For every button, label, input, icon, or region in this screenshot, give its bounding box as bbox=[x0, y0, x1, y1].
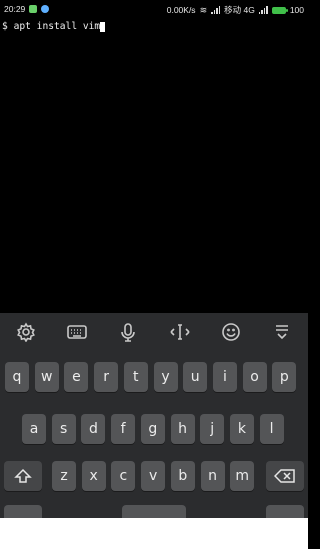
status-bar: 20:29 0.00K/s ≋ 移动 4G 100 bbox=[0, 0, 308, 18]
battery-level: 100 bbox=[289, 5, 304, 15]
key-u[interactable]: u bbox=[183, 362, 208, 392]
key-j[interactable]: j bbox=[200, 414, 225, 444]
microphone-icon[interactable] bbox=[108, 317, 148, 347]
keyboard-toolbar bbox=[0, 313, 308, 351]
key-partial-2[interactable] bbox=[266, 505, 304, 518]
key-h[interactable]: h bbox=[170, 414, 195, 444]
key-z[interactable]: z bbox=[52, 461, 76, 491]
key-t[interactable]: t bbox=[123, 362, 148, 392]
keyboard-row-2: asdfghjkl bbox=[0, 414, 308, 444]
terminal-view[interactable]: $ apt install vim bbox=[0, 18, 308, 313]
settings-icon[interactable] bbox=[6, 317, 46, 347]
keyboard-row-1: qwertyuiop bbox=[0, 362, 308, 392]
carrier-label: 移动 4G bbox=[224, 5, 255, 15]
backspace-key[interactable] bbox=[266, 461, 304, 491]
key-k[interactable]: k bbox=[229, 414, 254, 444]
spacebar-key[interactable] bbox=[122, 505, 186, 518]
key-w[interactable]: w bbox=[34, 362, 59, 392]
key-l[interactable]: l bbox=[259, 414, 284, 444]
key-f[interactable]: f bbox=[111, 414, 136, 444]
signal-icon bbox=[211, 6, 221, 14]
key-s[interactable]: s bbox=[51, 414, 76, 444]
key-n[interactable]: n bbox=[200, 461, 225, 491]
notification-app-icon-2 bbox=[41, 5, 50, 13]
key-i[interactable]: i bbox=[212, 362, 237, 392]
nfc-icon: ≋ bbox=[199, 4, 208, 15]
key-e[interactable]: e bbox=[64, 362, 89, 392]
text-cursor bbox=[100, 21, 106, 32]
shift-key[interactable] bbox=[4, 461, 42, 491]
key-c[interactable]: c bbox=[111, 461, 136, 491]
cursor-move-icon[interactable] bbox=[160, 317, 200, 347]
clock: 20:29 bbox=[4, 4, 26, 14]
notification-app-icon bbox=[29, 5, 38, 13]
keyboard-bottom-row bbox=[0, 505, 308, 518]
key-v[interactable]: v bbox=[141, 461, 166, 491]
key-a[interactable]: a bbox=[22, 414, 46, 444]
key-y[interactable]: y bbox=[153, 362, 178, 392]
emoji-icon[interactable] bbox=[211, 317, 251, 347]
key-d[interactable]: d bbox=[81, 414, 106, 444]
soft-keyboard: qwertyuiop asdfghjkl zxcvbnm bbox=[0, 350, 308, 518]
collapse-keyboard-icon[interactable] bbox=[262, 317, 302, 347]
key-x[interactable]: x bbox=[81, 461, 106, 491]
key-g[interactable]: g bbox=[140, 414, 165, 444]
network-speed: 0.00K/s bbox=[166, 5, 196, 15]
key-partial[interactable] bbox=[4, 505, 42, 518]
navigation-area bbox=[0, 518, 308, 549]
key-r[interactable]: r bbox=[94, 362, 119, 392]
key-o[interactable]: o bbox=[242, 362, 267, 392]
keyboard-icon[interactable] bbox=[57, 317, 97, 347]
key-m[interactable]: m bbox=[230, 461, 255, 491]
terminal-command-line: $ apt install vim bbox=[2, 21, 106, 32]
command-text: apt install vim bbox=[13, 21, 101, 32]
keyboard-row-3: zxcvbnm bbox=[0, 461, 308, 491]
battery-icon bbox=[271, 6, 288, 14]
key-b[interactable]: b bbox=[170, 461, 195, 491]
key-p[interactable]: p bbox=[272, 362, 297, 392]
cell-signal-icon bbox=[258, 6, 268, 14]
key-q[interactable]: q bbox=[5, 362, 29, 392]
